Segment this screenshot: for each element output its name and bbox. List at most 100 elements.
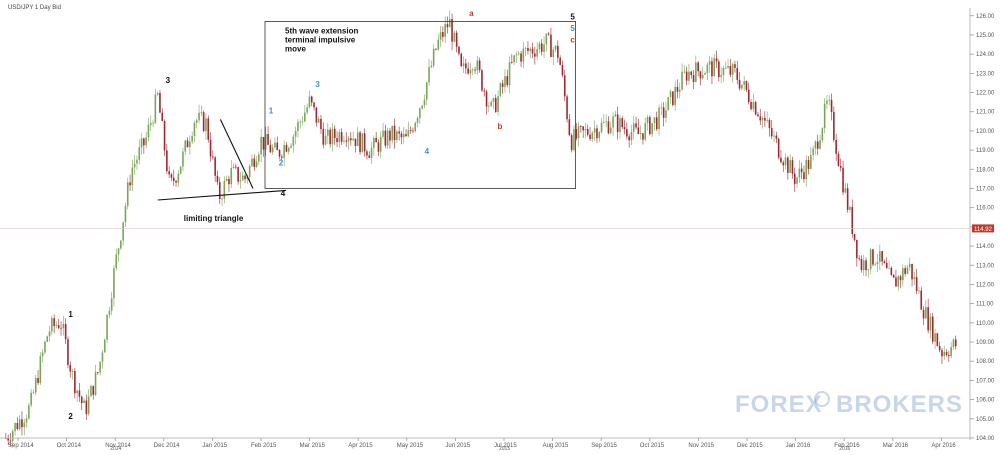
candle-body: [805, 159, 808, 180]
candle-body: [216, 175, 219, 183]
candle-body: [724, 67, 727, 69]
candle-body: [534, 53, 536, 57]
candle-body: [508, 62, 511, 85]
candle-body: [895, 277, 897, 287]
candle-body: [347, 138, 350, 142]
candle-body: [777, 138, 780, 158]
candle-body: [902, 268, 904, 281]
candle-body: [619, 118, 621, 133]
candle-body: [244, 175, 246, 180]
candle-body: [25, 418, 28, 423]
candle-body: [927, 307, 929, 331]
candle-body: [255, 161, 258, 168]
candle-body: [584, 129, 587, 131]
candle-body: [678, 89, 681, 92]
candle-body: [28, 405, 30, 419]
candle-body: [593, 128, 596, 133]
candle-body: [455, 32, 458, 47]
candle-body: [879, 251, 881, 263]
candle-body: [202, 112, 205, 132]
candle-body: [140, 138, 143, 148]
candle-body: [738, 79, 741, 89]
candle-body: [94, 372, 97, 395]
y-tick-label: 108.00: [976, 359, 995, 365]
candle-body: [499, 83, 502, 96]
candle-body: [290, 145, 292, 148]
candle-body: [494, 98, 497, 112]
candle-body: [504, 76, 506, 87]
candle-body: [839, 166, 842, 168]
candle-body: [11, 431, 14, 442]
y-tick-label: 111.00: [976, 302, 994, 308]
candle-body: [563, 75, 566, 97]
candle-body: [658, 107, 660, 130]
candle-body: [297, 121, 299, 132]
candle-body: [660, 107, 663, 109]
candle-body: [207, 118, 210, 140]
candle-body: [350, 138, 352, 141]
candle-body: [416, 118, 419, 123]
x-tick-label: Sep 2014: [8, 443, 34, 449]
candle-body: [906, 267, 909, 274]
candle-body: [437, 39, 440, 50]
candle-body: [823, 103, 826, 129]
candle-body: [483, 90, 486, 92]
candle-body: [662, 107, 665, 118]
candle-body: [865, 260, 867, 271]
candle-body: [557, 45, 559, 58]
candle-body: [122, 222, 124, 241]
candle-body: [67, 339, 69, 365]
candle-body: [800, 168, 803, 173]
candle-body: [561, 64, 564, 76]
candle-body: [136, 159, 138, 164]
candle-body: [655, 117, 658, 130]
candle-body: [667, 97, 670, 111]
candle-body: [99, 361, 101, 373]
candle-body: [807, 159, 810, 169]
candle-body: [338, 132, 341, 143]
candle-body: [446, 24, 449, 28]
x-tick-label: Feb 2015: [251, 443, 277, 449]
candle-body: [90, 385, 92, 397]
candle-body: [674, 86, 676, 105]
candle-body: [41, 352, 44, 357]
candle-body: [750, 102, 752, 110]
candle-body: [752, 102, 755, 110]
x-tick-label: Jan 2016: [786, 443, 811, 449]
candle-body: [465, 63, 467, 69]
candle-body: [911, 263, 913, 280]
candle-body: [260, 137, 262, 155]
candle-body: [398, 131, 400, 134]
candle-body: [469, 69, 472, 74]
candle-body: [184, 140, 187, 152]
candle-body: [543, 44, 545, 52]
candle-body: [566, 96, 568, 120]
candle-body: [540, 43, 543, 52]
candle-body: [918, 290, 920, 292]
candle-body: [340, 132, 343, 142]
candle-body: [704, 73, 706, 75]
candle-body: [545, 33, 548, 45]
candle-body: [591, 132, 594, 139]
candle-body: [681, 71, 683, 90]
candle-body: [232, 166, 235, 169]
annotation-line-3: move: [285, 45, 306, 54]
candle-body: [299, 121, 302, 123]
candle-body: [230, 168, 233, 185]
candle-body: [57, 325, 60, 328]
candle-body: [538, 43, 541, 50]
candle-body: [892, 274, 895, 278]
candle-body: [952, 339, 955, 347]
candle-body: [554, 45, 557, 50]
candle-body: [200, 112, 203, 114]
candle-body: [883, 261, 886, 263]
candle-body: [888, 267, 890, 269]
candle-body: [908, 263, 911, 268]
candle-body: [683, 71, 686, 73]
candle-body: [361, 133, 364, 153]
candle-body: [285, 145, 288, 152]
candle-body: [435, 48, 437, 50]
candle-body: [642, 133, 644, 140]
candle-body: [488, 105, 490, 107]
candle-body: [950, 346, 952, 357]
